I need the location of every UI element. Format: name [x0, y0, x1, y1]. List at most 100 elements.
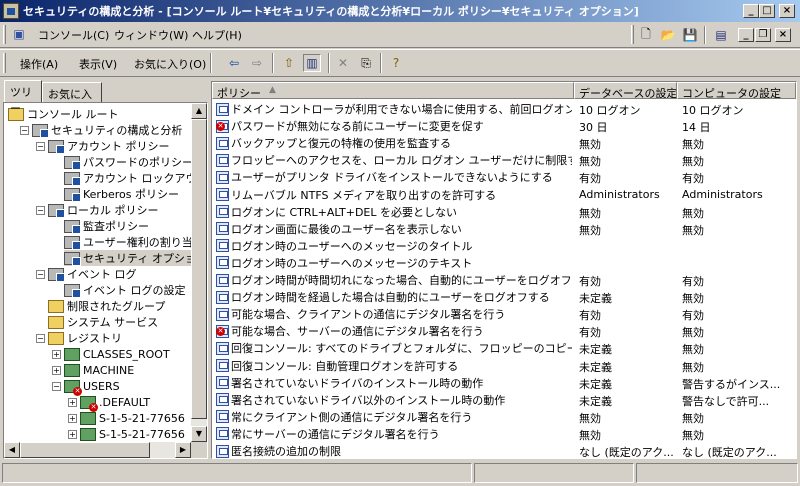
- expand-toggle[interactable]: −: [36, 206, 45, 215]
- column-header-policy[interactable]: ポリシー ▲: [212, 82, 574, 99]
- menu-help[interactable]: ヘルプ(H): [188, 27, 246, 43]
- app-icon[interactable]: [3, 3, 19, 19]
- menu-grip[interactable]: [3, 25, 6, 44]
- computer-setting: 無効: [682, 343, 704, 357]
- show-tree-icon[interactable]: ▥: [303, 54, 321, 72]
- tree-node[interactable]: S-1-5-21-77656: [80, 426, 185, 442]
- menu-console[interactable]: コンソール(C): [34, 27, 113, 43]
- title-bar[interactable]: セキュリティの構成と分析 - [コンソール ルート¥セキュリティの構成と分析¥ロ…: [0, 0, 800, 22]
- minimize-button[interactable]: _: [743, 4, 759, 18]
- expand-toggle[interactable]: −: [36, 334, 45, 343]
- list-row[interactable]: 回復コンソール: 自動管理ログオンを許可する 未定義 無効: [212, 357, 796, 374]
- tree-node[interactable]: イベント ログ: [48, 266, 137, 282]
- up-folder-icon[interactable]: ⇧: [280, 54, 298, 72]
- list-row[interactable]: ログオン時間を経過した場合は自動的にユーザーをログオフする 未定義 無効: [212, 288, 796, 305]
- window-icon[interactable]: ▤: [712, 26, 730, 44]
- help-icon[interactable]: ?: [387, 54, 405, 72]
- tree-node[interactable]: Kerberos ポリシー: [64, 186, 179, 202]
- mdi-restore-button[interactable]: ❐: [755, 28, 771, 42]
- tree-node[interactable]: コンソール ルート: [8, 106, 119, 122]
- list-row[interactable]: リムーバブル NTFS メディアを取り出すのを許可する Administrator…: [212, 186, 796, 203]
- tab-favorites[interactable]: お気に入り: [42, 82, 102, 117]
- scroll-thumb[interactable]: [191, 119, 207, 419]
- menu-view[interactable]: 表示(V): [75, 56, 121, 72]
- tree-node[interactable]: アカウント ロックアウトの: [64, 170, 207, 186]
- tree-node[interactable]: セキュリティ オプション: [64, 250, 207, 266]
- expand-toggle[interactable]: −: [36, 270, 45, 279]
- list-row[interactable]: フロッピーへのアクセスを、ローカル ログオン ユーザーだけに制限する 無効 無効: [212, 151, 796, 168]
- new-file-icon[interactable]: 🗋: [637, 26, 655, 44]
- tree-node[interactable]: CLASSES_ROOT: [64, 346, 170, 362]
- policy-cell: 常にクライアント側の通信にデジタル署名を行う: [216, 409, 572, 425]
- tree-node[interactable]: MACHINE: [64, 362, 134, 378]
- list-row[interactable]: 可能な場合、サーバーの通信にデジタル署名を行う 有効 無効: [212, 322, 796, 339]
- scroll-left-button[interactable]: ◀: [4, 442, 20, 458]
- expand-toggle[interactable]: +: [52, 366, 61, 375]
- tree-node[interactable]: ユーザー権利の割り当: [64, 234, 193, 250]
- list-row[interactable]: バックアップと復元の特権の使用を監査する 無効 無効: [212, 134, 796, 152]
- policy-cell: 回復コンソール: 自動管理ログオンを許可する: [216, 358, 572, 374]
- menu-window[interactable]: ウィンドウ(W): [110, 27, 192, 43]
- list-row[interactable]: ユーザーがプリンタ ドライバをインストールできないようにする 有効 有効: [212, 168, 796, 185]
- menu-favorites[interactable]: お気に入り(O): [130, 56, 210, 72]
- list-row[interactable]: 匿名接続の追加の制限 なし (既定のアク... なし (既定のアク...: [212, 442, 796, 458]
- open-folder-icon[interactable]: 📂: [659, 26, 677, 44]
- list-row[interactable]: 署名されていないドライバのインストール時の動作 未定義 警告するがインス...: [212, 374, 796, 391]
- list-row[interactable]: 常にサーバーの通信にデジタル署名を行う 無効 無効: [212, 425, 796, 442]
- mdi-close-button[interactable]: ×: [775, 28, 791, 42]
- expand-toggle[interactable]: +: [68, 398, 77, 407]
- tree-node[interactable]: レジストリ: [48, 330, 122, 346]
- expand-toggle[interactable]: +: [68, 414, 77, 423]
- save-icon[interactable]: 💾: [681, 26, 699, 44]
- tree-node[interactable]: イベント ログの設定: [64, 282, 186, 298]
- list-row[interactable]: 署名されていないドライバ以外のインストール時の動作 未定義 警告なしで許可...: [212, 391, 796, 408]
- computer-setting: 無効: [682, 138, 704, 152]
- tree-node[interactable]: セキュリティの構成と分析: [32, 122, 182, 138]
- list-row[interactable]: パスワードが無効になる前にユーザーに変更を促す 30 日 14 日: [212, 117, 796, 135]
- expand-toggle[interactable]: +: [68, 430, 77, 439]
- delete-icon[interactable]: ✕: [334, 54, 352, 72]
- tree-node[interactable]: .DEFAULT: [80, 394, 150, 412]
- list-row[interactable]: 常にクライアント側の通信にデジタル署名を行う 無効 無効: [212, 408, 796, 425]
- tree-node[interactable]: アカウント ポリシー: [48, 138, 170, 154]
- list-row[interactable]: ログオン時のユーザーへのメッセージのタイトル: [212, 237, 796, 254]
- list-row[interactable]: ログオン時間が時間切れになった場合、自動的にユーザーをログオフする... 有効 有効: [212, 271, 796, 288]
- column-header-database[interactable]: データベースの設定: [574, 82, 677, 99]
- forward-arrow-icon[interactable]: ⇨: [248, 54, 266, 72]
- export-list-icon[interactable]: ⎘: [357, 54, 375, 72]
- expand-toggle[interactable]: −: [20, 126, 29, 135]
- back-arrow-icon[interactable]: ⇦: [225, 54, 243, 72]
- close-button[interactable]: ×: [779, 4, 795, 18]
- tree-node[interactable]: 制限されたグループ: [48, 298, 165, 314]
- scroll-down-button[interactable]: ▼: [191, 426, 207, 442]
- toolbar-grip[interactable]: [631, 25, 634, 44]
- tab-tree[interactable]: ツリー: [4, 80, 42, 115]
- list-row[interactable]: ドメイン コントローラが利用できない場合に使用する、前回ログオンのキ... 10 …: [212, 100, 796, 117]
- console-icon[interactable]: ▣: [10, 25, 28, 43]
- tree-node[interactable]: 監査ポリシー: [64, 218, 149, 234]
- list-row[interactable]: 回復コンソール: すべてのドライブとフォルダに、フロッピーのコピーとアクセ...…: [212, 339, 796, 357]
- action-grip[interactable]: [3, 53, 6, 73]
- list-row[interactable]: ログオン画面に最後のユーザー名を表示しない 無効 無効: [212, 220, 796, 237]
- computer-setting: 無効: [682, 223, 704, 237]
- list-row[interactable]: ログオン時のユーザーへのメッセージのテキスト: [212, 254, 796, 271]
- scroll-up-button[interactable]: ▲: [191, 103, 207, 119]
- expand-toggle[interactable]: −: [36, 142, 45, 151]
- mdi-minimize-button[interactable]: _: [738, 28, 754, 42]
- tree-node[interactable]: パスワードのポリシー: [64, 154, 193, 170]
- tree-node[interactable]: S-1-5-21-77656: [80, 410, 185, 426]
- expand-toggle[interactable]: −: [52, 382, 61, 391]
- scroll-right-button[interactable]: ▶: [175, 442, 191, 458]
- column-header-computer[interactable]: コンピュータの設定: [677, 82, 796, 99]
- tree-node[interactable]: USERS: [64, 378, 120, 396]
- hscroll-thumb[interactable]: [20, 442, 150, 458]
- maximize-button[interactable]: □: [759, 4, 775, 18]
- tree-node[interactable]: システム サービス: [48, 314, 158, 330]
- tree-node[interactable]: ローカル ポリシー: [48, 202, 159, 218]
- list-row[interactable]: ログオンに CTRL+ALT+DEL を必要としない 無効 無効: [212, 203, 796, 220]
- policy-list: ポリシー ▲ データベースの設定 コンピュータの設定 ドメイン コントローラが利…: [211, 81, 797, 459]
- menu-action[interactable]: 操作(A): [16, 56, 62, 72]
- list-row[interactable]: 可能な場合、クライアントの通信にデジタル署名を行う 有効 有効: [212, 305, 796, 322]
- expand-toggle[interactable]: +: [52, 350, 61, 359]
- database-setting: 30 日: [579, 121, 608, 135]
